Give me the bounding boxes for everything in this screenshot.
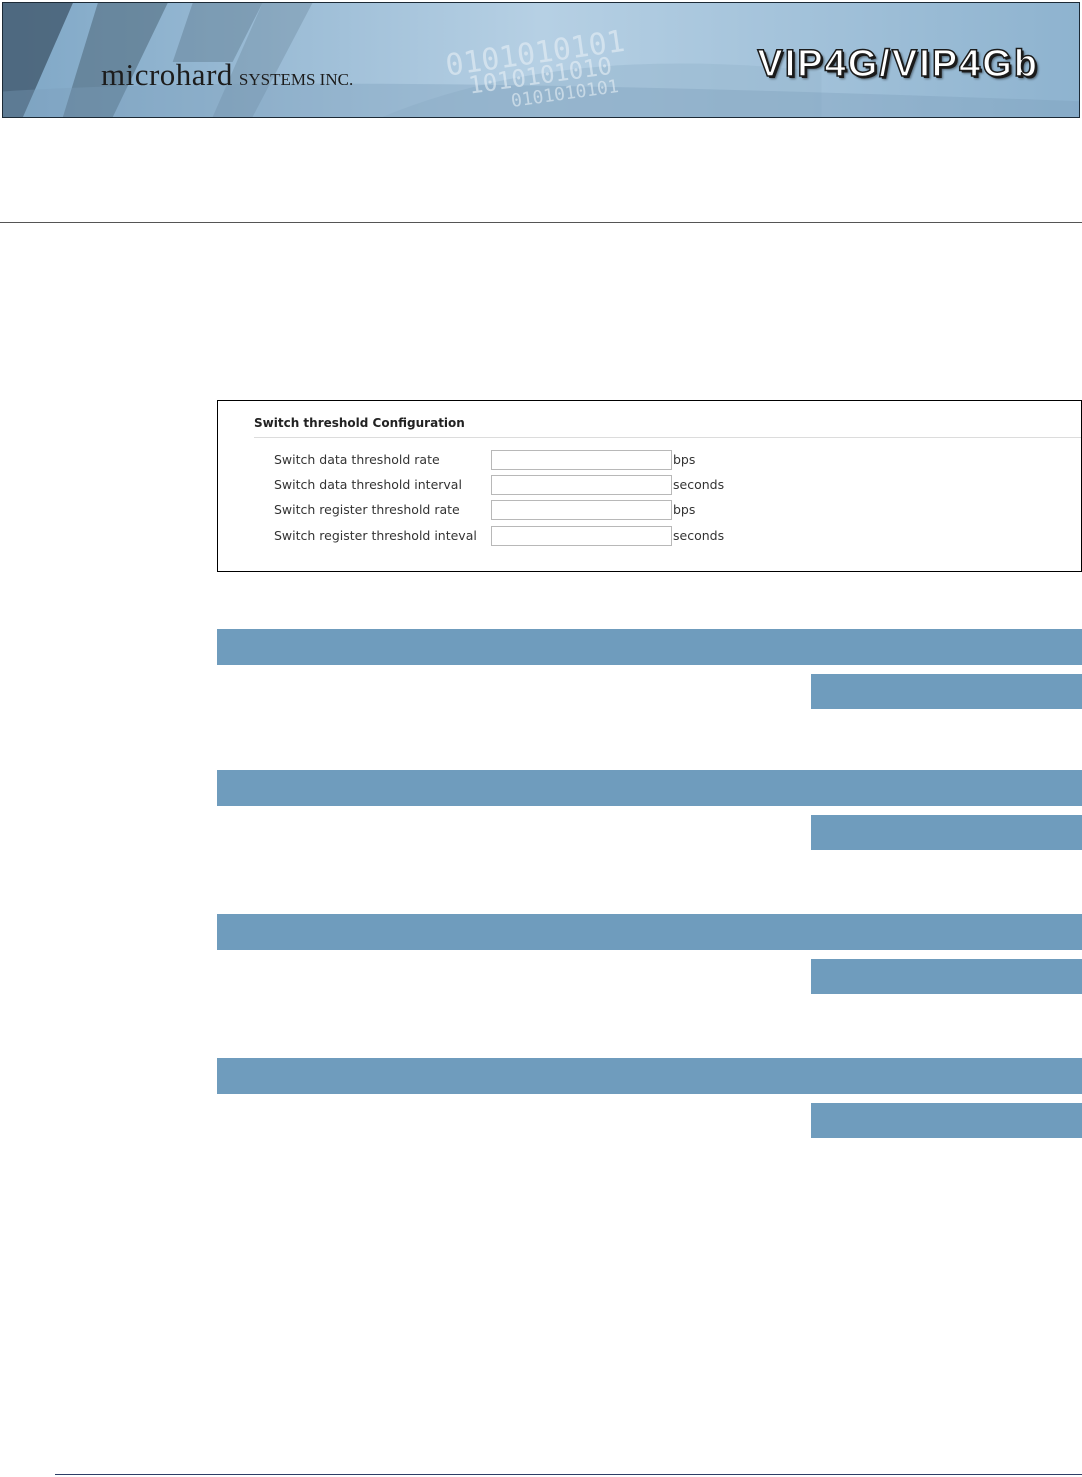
field-row-data-rate: Switch data threshold rate bps <box>274 450 1034 470</box>
register-threshold-rate-input[interactable] <box>491 500 672 520</box>
field-row-data-interval: Switch data threshold interval seconds <box>274 475 1034 495</box>
parameter-header-bar <box>217 914 1082 950</box>
panel-divider <box>254 437 1081 438</box>
field-row-register-rate: Switch register threshold rate bps <box>274 500 1034 520</box>
data-threshold-rate-input[interactable] <box>491 450 672 470</box>
parameter-header-bar <box>217 629 1082 665</box>
field-label: Switch data threshold rate <box>274 452 440 467</box>
register-threshold-interval-input[interactable] <box>491 526 672 546</box>
data-threshold-interval-input[interactable] <box>491 475 672 495</box>
parameter-default-bar <box>811 815 1082 850</box>
field-label: Switch data threshold interval <box>274 477 462 492</box>
brand-main: microhard <box>101 57 233 92</box>
header-rule <box>0 222 1082 223</box>
header-banner: 0101010101 1010101010 0101010101 microha… <box>2 2 1080 118</box>
field-unit: seconds <box>673 477 725 492</box>
panel-title: Switch threshold Configuration <box>254 416 465 430</box>
company-logo: microhard SYSTEMS INC. <box>101 57 353 93</box>
field-label: Switch register threshold rate <box>274 502 460 517</box>
parameter-default-bar <box>811 959 1082 994</box>
field-row-register-interval: Switch register threshold inteval second… <box>274 526 1034 546</box>
field-unit: bps <box>673 452 696 467</box>
parameter-header-bar <box>217 770 1082 806</box>
field-unit: seconds <box>673 528 725 543</box>
footer-rule <box>55 1474 1082 1475</box>
parameter-default-bar <box>811 674 1082 709</box>
parameter-default-bar <box>811 1103 1082 1138</box>
brand-sub: SYSTEMS INC. <box>238 70 354 89</box>
field-label: Switch register threshold inteval <box>274 528 477 543</box>
product-title: VIP4G/VIP4Gb <box>757 42 1039 86</box>
switch-threshold-panel: Switch threshold Configuration Switch da… <box>217 400 1082 572</box>
parameter-header-bar <box>217 1058 1082 1094</box>
field-unit: bps <box>673 502 696 517</box>
